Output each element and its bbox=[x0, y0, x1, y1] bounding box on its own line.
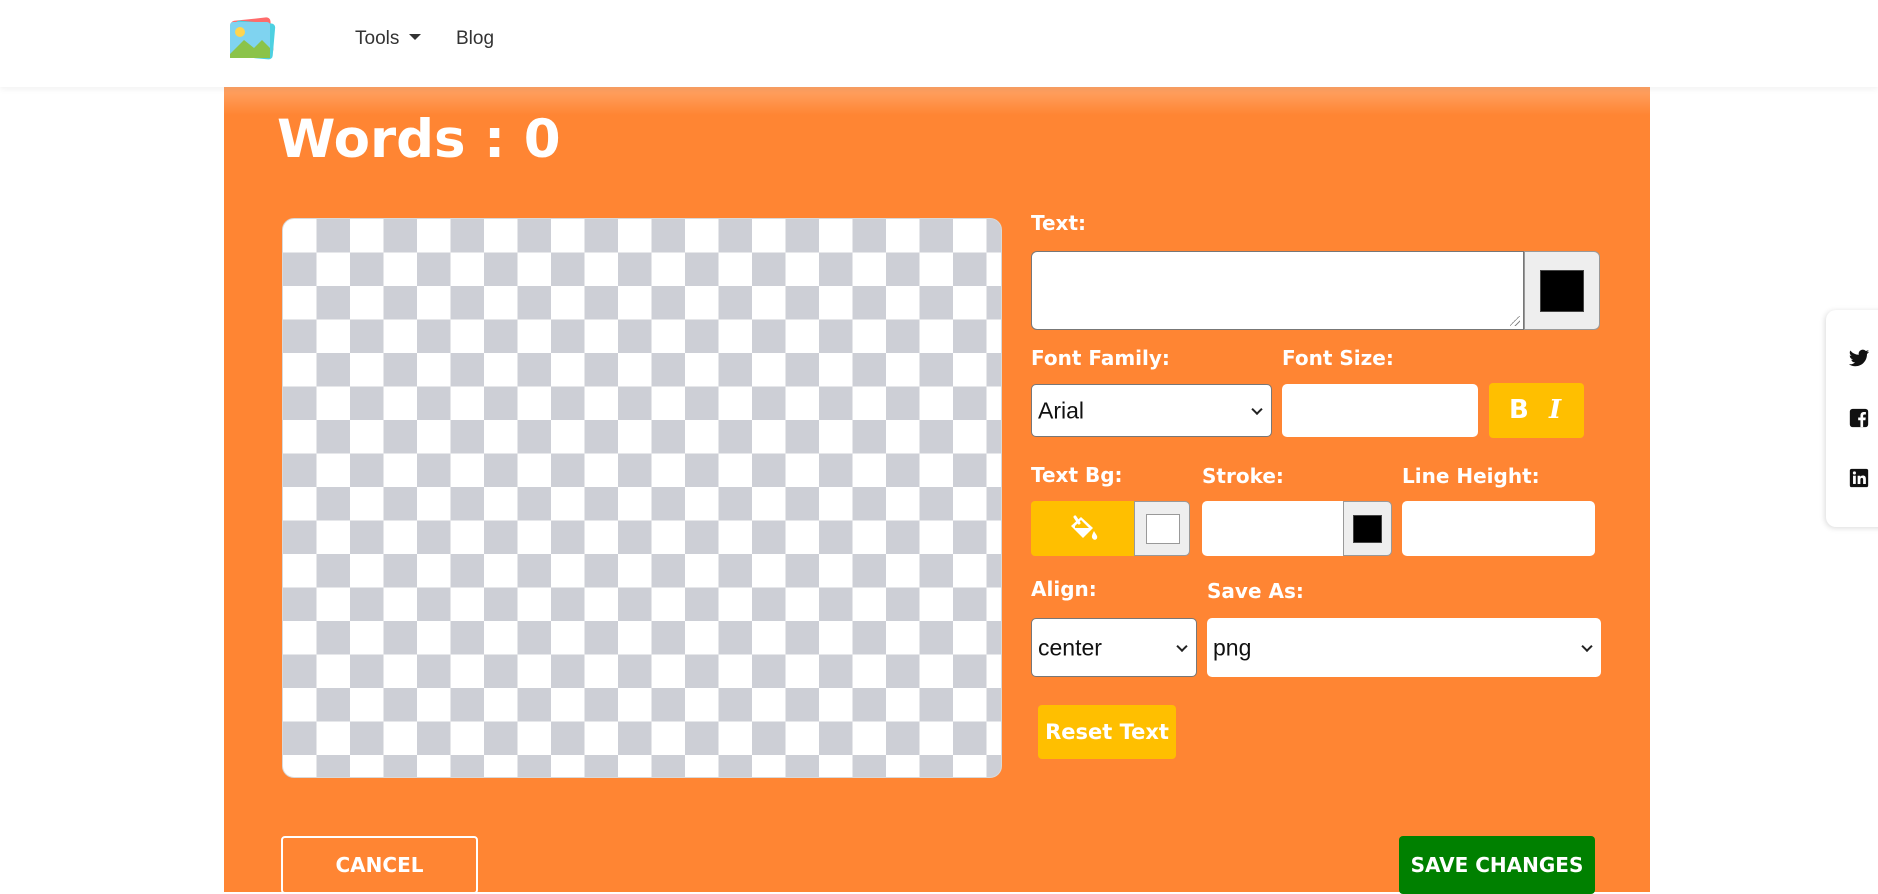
font-family-value: Arial bbox=[1038, 397, 1085, 423]
image-canvas[interactable] bbox=[282, 218, 1002, 778]
linkedin-icon[interactable] bbox=[1848, 467, 1870, 489]
bold-button[interactable]: B bbox=[1509, 395, 1529, 425]
text-bg-color-picker[interactable] bbox=[1134, 501, 1190, 556]
text-label: Text: bbox=[1031, 211, 1087, 235]
cancel-button[interactable]: CANCEL bbox=[281, 836, 478, 894]
bold-italic-group: B I bbox=[1489, 383, 1584, 438]
stroke-color-swatch bbox=[1353, 515, 1382, 543]
image-logo-icon[interactable] bbox=[226, 16, 278, 64]
facebook-icon[interactable] bbox=[1848, 407, 1870, 429]
text-bg-label: Text Bg: bbox=[1031, 463, 1123, 487]
share-sidebar bbox=[1826, 310, 1878, 527]
align-value: center bbox=[1038, 634, 1102, 660]
nav-tools-dropdown[interactable]: Tools bbox=[355, 28, 422, 50]
caret-down-icon bbox=[409, 33, 422, 40]
stroke-color-picker[interactable] bbox=[1343, 501, 1392, 556]
font-family-select[interactable]: Arial bbox=[1031, 384, 1272, 437]
font-family-label: Font Family: bbox=[1031, 346, 1170, 370]
text-bg-color-swatch bbox=[1146, 514, 1180, 544]
top-navbar: Tools Blog bbox=[0, 0, 1878, 87]
chevron-down-icon bbox=[1251, 403, 1263, 415]
stroke-label: Stroke: bbox=[1202, 464, 1284, 488]
text-bg-toggle-button[interactable] bbox=[1031, 501, 1134, 556]
stroke-width-input[interactable] bbox=[1202, 501, 1343, 556]
text-color-swatch bbox=[1540, 270, 1584, 312]
save-as-select[interactable]: png bbox=[1207, 618, 1601, 677]
text-input[interactable] bbox=[1031, 251, 1524, 330]
words-count-title: Words : 0 bbox=[277, 109, 561, 170]
paint-bucket-icon bbox=[1071, 515, 1098, 540]
text-color-picker[interactable] bbox=[1524, 251, 1600, 330]
twitter-icon[interactable] bbox=[1848, 347, 1870, 369]
nav-blog-link[interactable]: Blog bbox=[456, 28, 494, 50]
save-as-label: Save As: bbox=[1207, 579, 1304, 603]
chevron-down-icon bbox=[1581, 640, 1593, 652]
chevron-down-icon bbox=[1176, 640, 1188, 652]
font-size-label: Font Size: bbox=[1282, 346, 1394, 370]
reset-text-button[interactable]: Reset Text bbox=[1038, 705, 1176, 759]
italic-button[interactable]: I bbox=[1549, 395, 1561, 425]
line-height-input[interactable] bbox=[1402, 501, 1595, 556]
align-select[interactable]: center bbox=[1031, 618, 1197, 677]
nav-tools-label: Tools bbox=[355, 28, 400, 49]
line-height-label: Line Height: bbox=[1402, 464, 1540, 488]
save-changes-button[interactable]: SAVE CHANGES bbox=[1399, 836, 1595, 894]
editor-panel: Words : 0 Text: Font Family: Font Size: … bbox=[224, 87, 1650, 894]
resize-grip-icon[interactable] bbox=[1510, 316, 1520, 326]
align-label: Align: bbox=[1031, 577, 1097, 601]
save-as-value: png bbox=[1213, 634, 1252, 660]
font-size-input[interactable] bbox=[1282, 384, 1478, 437]
